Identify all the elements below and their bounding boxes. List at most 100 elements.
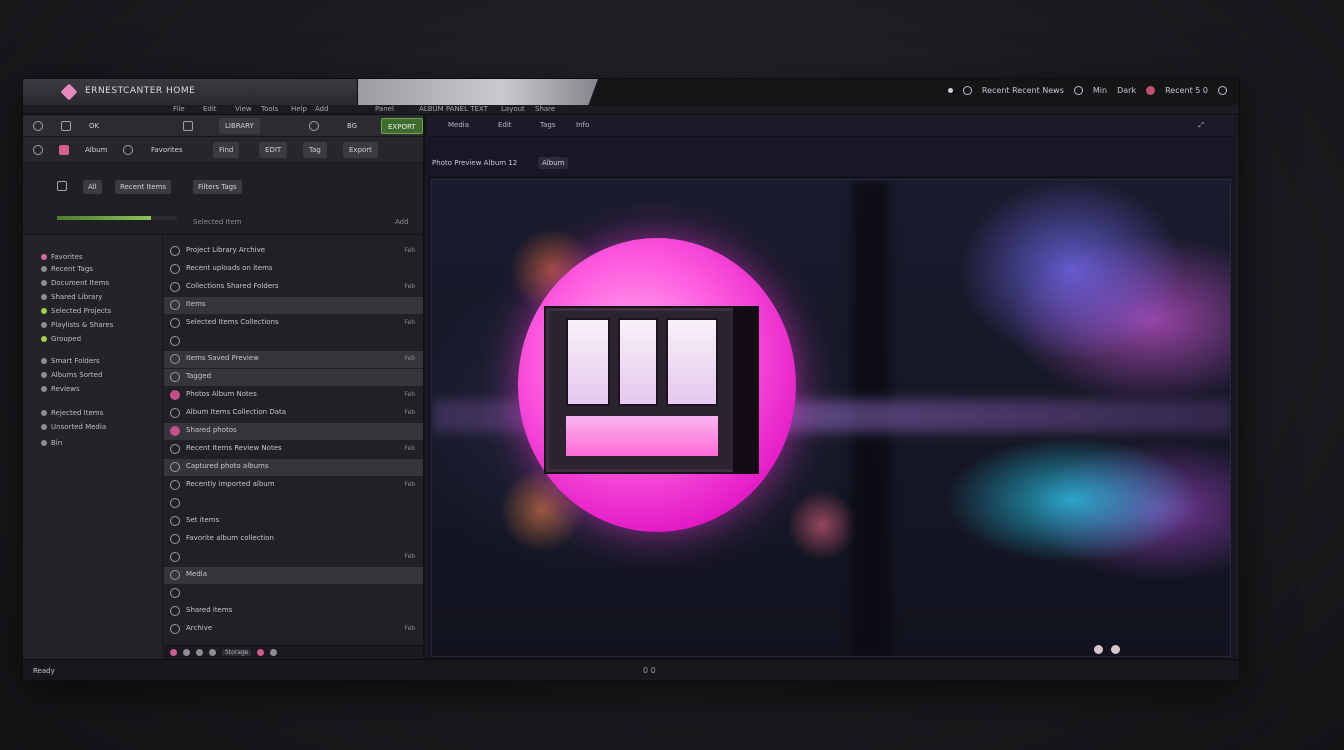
list-item[interactable] <box>164 333 423 350</box>
star-icon[interactable] <box>123 145 133 155</box>
find-tab[interactable]: Find <box>213 142 240 158</box>
sidebar-item[interactable]: Albums Sorted <box>41 371 102 379</box>
list-item[interactable]: Recently imported album Feb <box>164 477 423 494</box>
sidebar-item-dot-icon <box>41 294 47 300</box>
menu-share[interactable]: Share <box>535 105 555 113</box>
clock-icon[interactable] <box>962 86 972 95</box>
sidebar-item[interactable]: Shared Library <box>41 293 102 301</box>
power-icon[interactable] <box>1218 86 1227 95</box>
list-item[interactable]: Recent uploads on items <box>164 261 423 278</box>
link-icon[interactable] <box>309 121 319 131</box>
sidebar-item[interactable]: Document Items <box>41 279 109 287</box>
sidebar-item[interactable]: Bin <box>41 439 62 447</box>
list-item[interactable] <box>164 495 423 512</box>
settings-icon[interactable] <box>33 121 43 131</box>
tag-icon[interactable] <box>183 121 193 131</box>
list-item[interactable]: Feb <box>164 549 423 566</box>
sidebar-item[interactable]: Selected Projects <box>41 307 111 315</box>
favorites-tab[interactable]: Favorites <box>145 142 189 158</box>
sidebar-item[interactable]: Smart Folders <box>41 357 100 365</box>
list-item[interactable]: Recent Items Review Notes Feb <box>164 441 423 458</box>
list-item[interactable]: Collections Shared Folders Feb <box>164 279 423 296</box>
sidebar-item[interactable]: Favorites <box>41 253 83 261</box>
list-item[interactable]: Shared photos <box>164 423 423 440</box>
preview-tool-media[interactable]: Media <box>448 121 469 129</box>
title-bar-controls: Recent Recent News Min Dark Recent 5 0 <box>947 86 1227 95</box>
item-thumb-icon <box>170 498 180 508</box>
export-tab[interactable]: Export <box>343 142 378 158</box>
bg-button[interactable]: BG <box>341 118 363 134</box>
item-thumb-icon <box>170 408 180 418</box>
list-item[interactable]: Items <box>164 297 423 314</box>
album-icon[interactable] <box>59 145 69 155</box>
record-icon[interactable] <box>1146 86 1156 95</box>
sidebar-item[interactable]: Grouped <box>41 335 81 343</box>
list-item[interactable]: Project Library Archive Feb <box>164 243 423 260</box>
expand-icon[interactable]: ⤢ <box>1198 121 1204 130</box>
filter-chip-tags[interactable]: Filters Tags <box>193 180 242 194</box>
menu-add[interactable]: Add <box>315 105 329 113</box>
menu-view[interactable]: View <box>235 105 252 113</box>
list-item[interactable]: Selected Items Collections Feb <box>164 315 423 332</box>
sidebar-item[interactable]: Rejected Items <box>41 409 103 417</box>
menu-layout[interactable]: Layout <box>501 105 525 113</box>
list-item[interactable]: Tagged <box>164 369 423 386</box>
list-item[interactable]: Shared items <box>164 603 423 620</box>
library-button[interactable]: LIBRARY <box>219 118 260 134</box>
preview-tool-tags[interactable]: Tags <box>540 121 556 129</box>
item-thumb-icon <box>170 318 180 328</box>
sidebar-item[interactable]: Reviews <box>41 385 80 393</box>
item-thumb-icon <box>170 624 180 634</box>
circle-icon[interactable] <box>33 145 43 155</box>
filter-icon[interactable] <box>57 181 67 191</box>
menu-edit[interactable]: Edit <box>203 105 217 113</box>
edit-tab[interactable]: EDIT <box>259 142 288 158</box>
list-item[interactable]: Set items <box>164 513 423 530</box>
more-icon[interactable] <box>270 649 278 656</box>
list-item[interactable]: Archive Feb <box>164 621 423 638</box>
list-item[interactable]: Favorite album collection <box>164 531 423 548</box>
grid-icon[interactable] <box>61 121 71 131</box>
fullscreen-icon[interactable] <box>1111 645 1120 654</box>
preview-tool-edit[interactable]: Edit <box>498 121 512 129</box>
sidebar-item-label: Playlists & Shares <box>51 321 114 329</box>
add-label[interactable]: Add <box>395 218 409 226</box>
menu-album-panel[interactable]: ALBUM PANEL TEXT <box>419 105 488 113</box>
list-item[interactable]: Items Saved Preview Feb <box>164 351 423 368</box>
ok-button[interactable]: OK <box>83 118 105 134</box>
list-item-title: Set items <box>186 516 220 524</box>
record-icon[interactable] <box>257 649 265 656</box>
list-item[interactable]: Media <box>164 567 423 584</box>
list-item[interactable]: Captured photo albums <box>164 459 423 476</box>
breadcrumb-tab[interactable]: Album <box>538 157 569 169</box>
list-item-title: Photos Album Notes <box>186 390 257 398</box>
list-item[interactable]: Photos Album Notes Feb <box>164 387 423 404</box>
album-tab[interactable]: Album <box>79 142 113 158</box>
info-icon[interactable] <box>209 649 216 656</box>
dark-menu[interactable]: Dark <box>1117 86 1136 95</box>
menu-panel[interactable]: Panel <box>375 105 394 113</box>
tag-tab[interactable]: Tag <box>303 142 327 158</box>
menu-file[interactable]: File <box>173 105 185 113</box>
breadcrumb-path[interactable]: Photo Preview Album 12 <box>432 159 517 167</box>
user-icon[interactable] <box>1073 86 1083 95</box>
menu-tools[interactable]: Tools <box>261 105 278 113</box>
sidebar-item[interactable]: Recent Tags <box>41 265 93 273</box>
sync-icon[interactable] <box>183 649 190 656</box>
play-icon[interactable] <box>1094 645 1103 654</box>
image-viewer[interactable] <box>431 179 1231 657</box>
filter-chip-recent[interactable]: Recent Items <box>115 180 171 194</box>
sidebar-item[interactable]: Playlists & Shares <box>41 321 113 329</box>
list-item[interactable]: Album Items Collection Data Feb <box>164 405 423 422</box>
menu-help[interactable]: Help <box>291 105 307 113</box>
filter-chip-all[interactable]: All <box>83 180 102 194</box>
preview-tool-info[interactable]: Info <box>576 121 589 129</box>
sidebar-item[interactable]: Unsorted Media <box>41 423 106 431</box>
window-tab[interactable]: ERNESTCANTER HOME <box>23 79 358 105</box>
min-menu[interactable]: Min <box>1093 86 1107 95</box>
share-icon[interactable] <box>196 649 203 656</box>
list-item[interactable] <box>164 585 423 602</box>
export-button[interactable]: EXPORT <box>381 118 423 134</box>
recent-menu[interactable]: Recent Recent News <box>982 86 1064 95</box>
sidebar-item-dot-icon <box>41 410 47 416</box>
